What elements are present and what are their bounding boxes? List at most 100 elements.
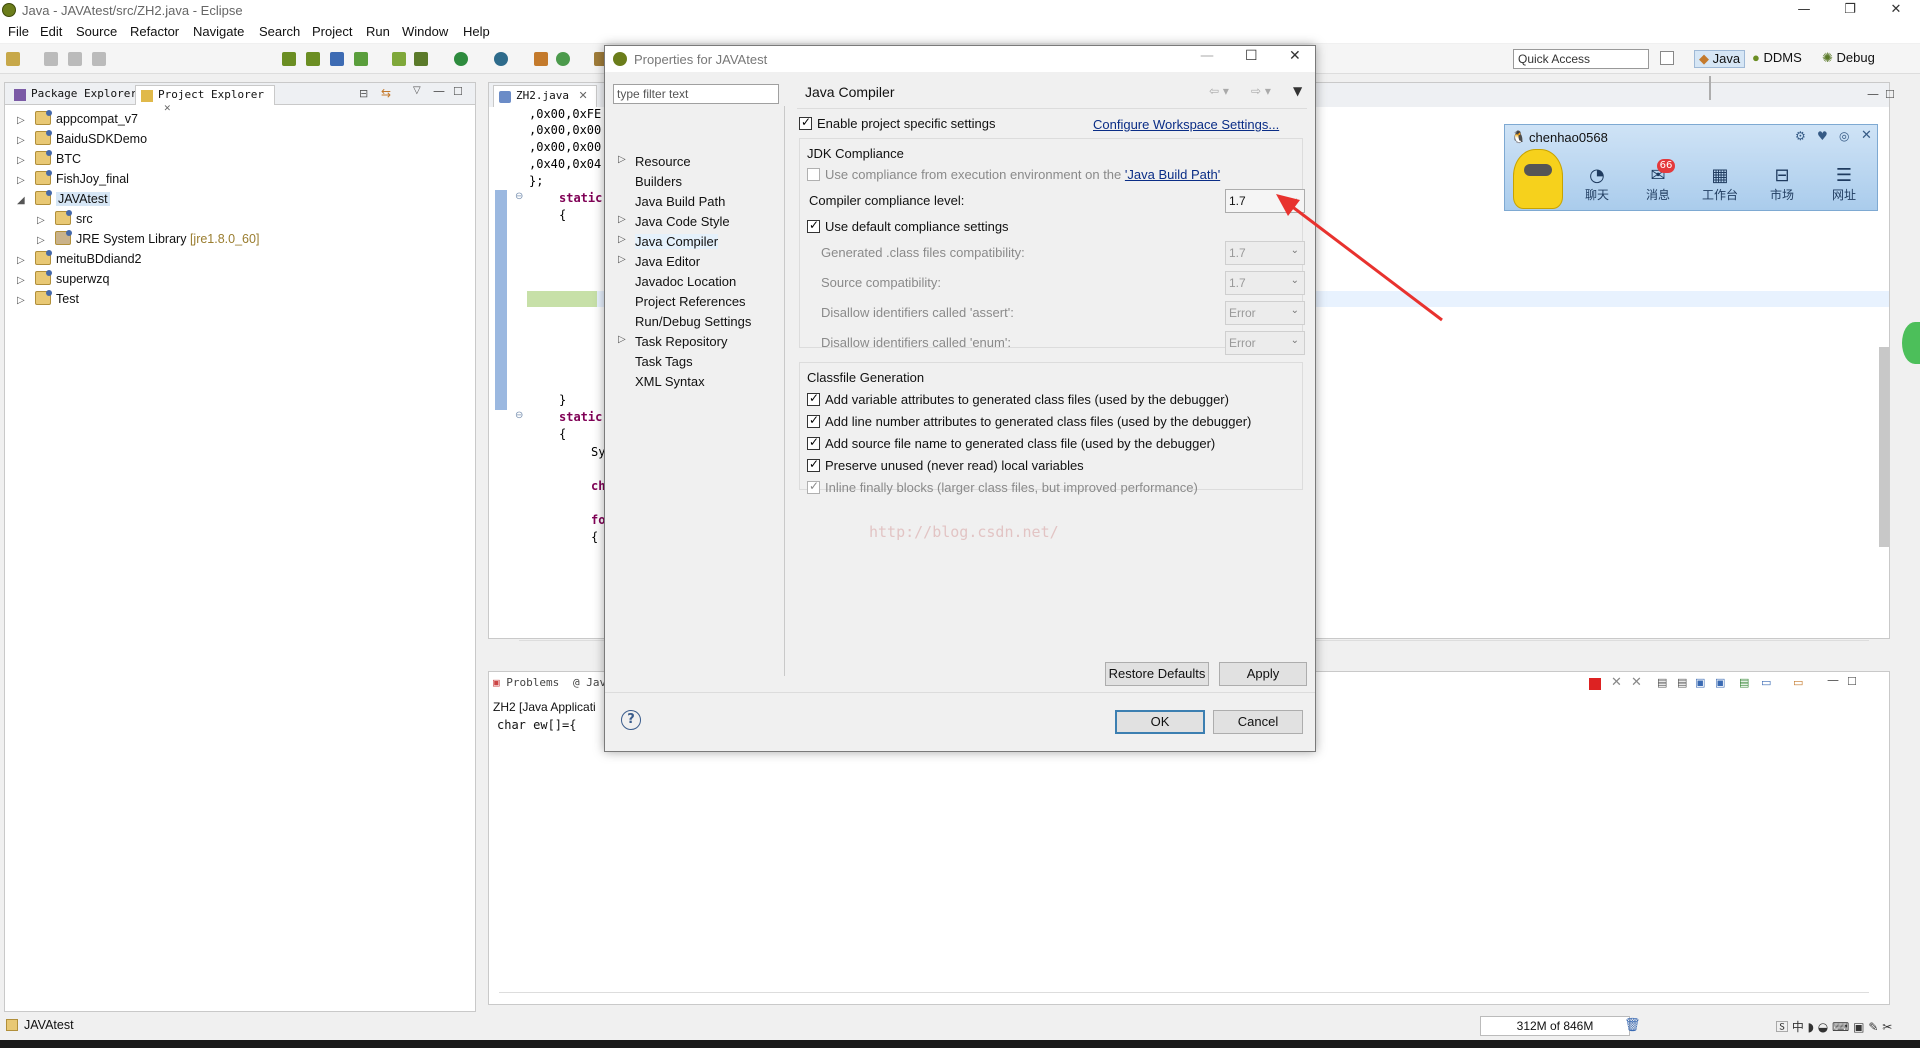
console-horizontal-scrollbar[interactable] [499, 992, 1869, 993]
qq-workbench[interactable]: ▦ 工作台 [1695, 165, 1745, 203]
remove-launch-icon[interactable]: ✕ [1611, 675, 1622, 690]
fold-icon[interactable]: ⊖ [515, 191, 523, 202]
tree-item-baidusdkdemo[interactable]: ▷ BaiduSDKDemo [17, 130, 147, 151]
tab-project-explorer[interactable]: Project Explorer ✕ [135, 85, 275, 114]
restore-icon[interactable]: ❐ [1827, 0, 1873, 22]
qq-urls[interactable]: ☰ 网址 [1819, 165, 1869, 203]
add-variable-attributes-checkbox[interactable]: Add variable attributes to generated cla… [807, 391, 1229, 407]
tab-problems[interactable]: ▣ Problems [493, 676, 559, 689]
preserve-unused-checkbox[interactable]: Preserve unused (never read) local varia… [807, 457, 1084, 473]
chevron-right-icon[interactable]: ▷ [17, 175, 29, 186]
chevron-right-icon[interactable]: ▷ [618, 214, 626, 225]
heap-status[interactable]: 312M of 846M [1480, 1016, 1630, 1036]
new-icon[interactable] [6, 52, 20, 66]
quick-access-input[interactable]: Quick Access [1513, 49, 1649, 69]
tree-item-src[interactable]: ▷ src [37, 210, 93, 231]
qq-settings-icon[interactable]: ⚙ [1795, 129, 1806, 143]
chevron-right-icon[interactable]: ▷ [17, 115, 29, 126]
chevron-right-icon[interactable]: ▷ [17, 135, 29, 146]
open-perspective-icon[interactable] [1660, 51, 1674, 65]
cancel-button[interactable]: Cancel [1213, 710, 1303, 734]
chevron-right-icon[interactable]: ▷ [37, 235, 49, 246]
save-all-icon[interactable] [68, 52, 82, 66]
nav-javadoc-location[interactable]: Javadoc Location [635, 274, 736, 289]
close-icon[interactable]: ✕ [1873, 0, 1919, 22]
nav-java-code-style[interactable]: ▷ Java Code Style [618, 214, 730, 229]
qq-floating-widget[interactable]: 🐧 chenhao0568 ⚙ ♥ ◎ ✕ ◔ 聊天 ✉ 消息 66 ▦ 工作台 ⊟ 市… [1504, 124, 1878, 211]
close-tab-icon[interactable]: ✕ [578, 89, 587, 102]
dialog-minimize-icon[interactable]: — [1200, 48, 1214, 64]
android-sdk-icon[interactable] [282, 52, 296, 66]
menu-file[interactable]: File [8, 24, 29, 39]
run-icon[interactable] [454, 52, 468, 66]
show-on-output-icon[interactable]: ▣ [1695, 676, 1705, 689]
qq-market[interactable]: ⊟ 市场 [1757, 165, 1807, 203]
menu-help[interactable]: Help [463, 24, 490, 39]
nav-task-tags[interactable]: Task Tags [635, 354, 693, 369]
qq-chat[interactable]: ◔ 聊天 [1572, 165, 1622, 203]
floating-badge[interactable] [1902, 322, 1920, 364]
nav-run-debug-settings[interactable]: Run/Debug Settings [635, 314, 751, 329]
minimize-icon[interactable]: — [1781, 0, 1827, 22]
chevron-right-icon[interactable]: ▷ [17, 295, 29, 306]
show-on-error-icon[interactable]: ▣ [1715, 676, 1725, 689]
qq-notify-icon[interactable]: ◎ [1839, 129, 1849, 143]
use-default-compliance-checkbox[interactable]: Use default compliance settings [807, 218, 1009, 234]
chevron-right-icon[interactable]: ▷ [618, 254, 626, 265]
enum-identifier-combo[interactable]: Error ⌄ [1225, 331, 1305, 355]
nav-xml-syntax[interactable]: XML Syntax [635, 374, 705, 389]
tree-item-jre-library[interactable]: ▷ JRE System Library [jre1.8.0_60] [37, 230, 259, 251]
menu-search[interactable]: Search [259, 24, 300, 39]
menu-window[interactable]: Window [402, 24, 448, 39]
nav-builders[interactable]: Builders [635, 174, 682, 189]
nav-java-compiler[interactable]: ▷ Java Compiler [618, 234, 719, 249]
debug-icon[interactable] [414, 52, 428, 66]
close-tab-icon[interactable]: ✕ [164, 101, 171, 114]
chevron-right-icon[interactable]: ▷ [17, 155, 29, 166]
chevron-right-icon[interactable]: ▷ [17, 275, 29, 286]
perspective-java[interactable]: ◆ Java [1694, 50, 1746, 68]
nav-resource[interactable]: ▷ Resource [618, 154, 691, 169]
tab-javadoc[interactable]: @ Jav [573, 676, 606, 689]
view-menu-icon[interactable]: ▼ [1293, 84, 1302, 98]
menu-navigate[interactable]: Navigate [193, 24, 244, 39]
tree-item-fishjoy[interactable]: ▷ FishJoy_final [17, 170, 129, 191]
tab-package-explorer[interactable]: Package Explorer [9, 85, 143, 105]
dialog-maximize-icon[interactable]: ☐ [1245, 48, 1258, 64]
inline-finally-checkbox[interactable]: Inline finally blocks (larger class file… [807, 479, 1198, 495]
tree-item-meitubd[interactable]: ▷ meituBDdiand2 [17, 250, 141, 271]
collapse-all-icon[interactable]: ⊟ [359, 87, 368, 100]
perspective-debug[interactable]: ✺ Debug [1822, 50, 1875, 66]
chevron-right-icon[interactable]: ▷ [618, 234, 626, 245]
use-env-compliance-checkbox[interactable]: Use compliance from execution environmen… [807, 167, 1220, 182]
minimize-editor-icon[interactable]: — [1867, 87, 1879, 101]
android-avd-icon[interactable] [306, 52, 320, 66]
nav-project-references[interactable]: Project References [635, 294, 746, 309]
maximize-console-icon[interactable]: ☐ [1847, 675, 1857, 688]
minimize-console-icon[interactable]: — [1827, 673, 1839, 687]
enable-project-settings-checkbox[interactable]: Enable project specific settings [799, 115, 995, 131]
minimize-view-icon[interactable]: — [433, 84, 445, 98]
qq-avatar[interactable] [1513, 149, 1563, 209]
clear-console-icon[interactable]: ▤ [1657, 676, 1667, 689]
link-editor-icon[interactable]: ⇆ [381, 86, 391, 100]
restore-defaults-button[interactable]: Restore Defaults [1105, 662, 1209, 686]
add-line-number-checkbox[interactable]: Add line number attributes to generated … [807, 413, 1251, 429]
chevron-right-icon[interactable]: ▷ [37, 215, 49, 226]
lint-icon[interactable] [330, 52, 344, 66]
help-icon[interactable]: ? [621, 710, 641, 730]
forward-icon[interactable]: ⇨ ▾ [1251, 84, 1271, 98]
save-icon[interactable] [44, 52, 58, 66]
nav-task-repository[interactable]: ▷ Task Repository [618, 334, 727, 349]
chevron-right-icon[interactable]: ▷ [618, 334, 626, 345]
perspective-ddms[interactable]: ● DDMS [1752, 50, 1802, 65]
menu-edit[interactable]: Edit [40, 24, 62, 39]
fold-icon[interactable]: ⊖ [515, 410, 523, 421]
maximize-editor-icon[interactable]: ☐ [1885, 88, 1895, 101]
maximize-view-icon[interactable]: ☐ [453, 85, 463, 98]
garbage-collect-icon[interactable]: 🗑 [1624, 1018, 1641, 1033]
remove-all-icon[interactable]: ✕ [1631, 675, 1642, 690]
nav-java-build-path[interactable]: Java Build Path [635, 194, 725, 209]
print-icon[interactable] [92, 52, 106, 66]
apply-button[interactable]: Apply [1219, 662, 1307, 686]
